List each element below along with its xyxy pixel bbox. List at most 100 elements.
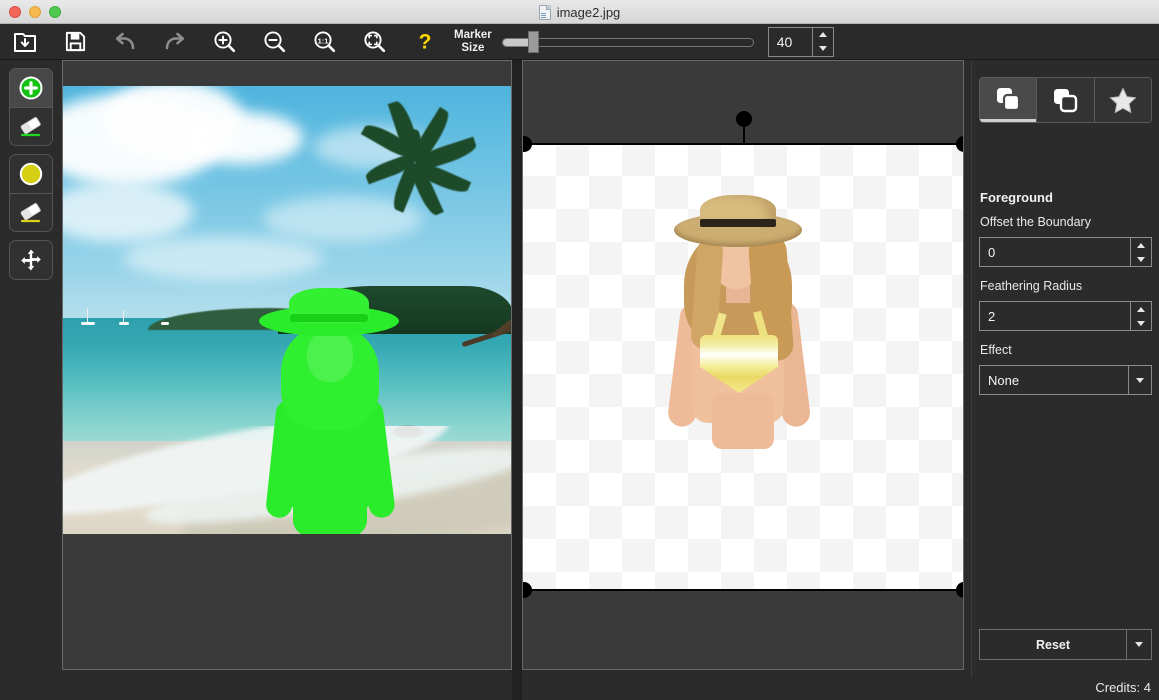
green-eraser-icon: [17, 114, 45, 140]
background-tool-group: [9, 154, 53, 232]
caret-up-icon: [1137, 243, 1145, 248]
redo-button[interactable]: [150, 24, 200, 60]
feathering-radius-field[interactable]: 2: [979, 301, 1152, 331]
feathering-radius-increment-button[interactable]: [1131, 302, 1151, 316]
boat: [161, 322, 169, 325]
midriff: [712, 393, 774, 449]
app-window: image2.jpg: [0, 0, 1159, 700]
svg-text:1:1: 1:1: [318, 36, 329, 45]
layers-outline-icon: [1050, 86, 1080, 114]
boat: [81, 322, 95, 325]
background-eraser-tool[interactable]: [10, 193, 52, 231]
marker-size-slider[interactable]: [502, 35, 754, 49]
offset-boundary-decrement-button[interactable]: [1131, 252, 1151, 266]
window-title: image2.jpg: [557, 5, 621, 20]
crop-handle-bottom-right[interactable]: [956, 582, 964, 598]
layers-filled-icon: [993, 85, 1023, 113]
crop-handle-bottom-left[interactable]: [522, 582, 532, 598]
document-icon: [539, 5, 551, 20]
caret-down-icon: [819, 46, 827, 51]
feathering-radius-input[interactable]: 2: [979, 301, 1130, 331]
help-button[interactable]: ?: [400, 24, 450, 60]
marker-size-label: Marker Size: [454, 29, 492, 55]
source-image-pane[interactable]: [62, 60, 512, 670]
slider-track: [502, 38, 754, 47]
zoom-out-button[interactable]: [250, 24, 300, 60]
svg-text:?: ?: [419, 30, 432, 53]
reset-button[interactable]: Reset: [979, 629, 1126, 660]
cloud: [183, 112, 303, 164]
window-title-group: image2.jpg: [0, 0, 1159, 24]
yellow-eraser-icon: [17, 200, 45, 226]
cutout-subject: [666, 195, 826, 449]
properties-panel: Foreground Offset the Boundary 0 Feather…: [971, 60, 1159, 678]
open-file-button[interactable]: [0, 24, 50, 60]
foreground-marker-tool[interactable]: [10, 69, 52, 107]
background-marker-tool[interactable]: [10, 155, 52, 193]
effect-label: Effect: [980, 343, 1012, 357]
mask-face: [307, 330, 353, 382]
tab-background[interactable]: [1036, 78, 1093, 122]
effect-value[interactable]: None: [979, 365, 1128, 395]
tool-rail: [0, 60, 62, 700]
move-arrows-icon: [18, 247, 44, 273]
undo-button[interactable]: [100, 24, 150, 60]
mask-hips: [293, 496, 367, 534]
foreground-eraser-tool[interactable]: [10, 107, 52, 145]
offset-boundary-label: Offset the Boundary: [980, 215, 1091, 229]
minimize-window-button[interactable]: [29, 6, 41, 18]
fit-window-button[interactable]: [350, 24, 400, 60]
offset-boundary-input[interactable]: 0: [979, 237, 1130, 267]
palm-frond: [410, 129, 422, 159]
offset-boundary-increment-button[interactable]: [1131, 238, 1151, 252]
green-plus-circle-icon: [18, 75, 44, 101]
marker-size-stepper[interactable]: 40: [768, 27, 834, 57]
pan-move-tool[interactable]: [10, 241, 52, 279]
caret-down-icon: [1135, 642, 1143, 647]
boat-mast: [87, 308, 88, 323]
mask-hat-band: [290, 314, 368, 322]
reset-dropdown-button[interactable]: [1126, 629, 1152, 660]
save-button[interactable]: [50, 24, 100, 60]
caret-up-icon: [819, 32, 827, 37]
close-window-button[interactable]: [9, 6, 21, 18]
rotate-handle[interactable]: [736, 111, 752, 127]
tab-foreground[interactable]: [980, 78, 1036, 122]
hat-band: [700, 219, 776, 227]
navigation-tool-group: [9, 240, 53, 280]
slider-knob[interactable]: [528, 31, 539, 53]
caret-down-icon: [1136, 378, 1144, 383]
reset-control-group: Reset: [979, 629, 1152, 660]
panel-tab-bar: [979, 77, 1152, 123]
credits-status: Credits: 4: [1095, 680, 1151, 695]
feathering-radius-label: Feathering Radius: [980, 279, 1082, 293]
tab-effects[interactable]: [1094, 78, 1151, 122]
slider-fill: [503, 39, 530, 46]
marker-size-value[interactable]: 40: [768, 27, 812, 57]
caret-down-icon: [1137, 321, 1145, 326]
maximize-window-button[interactable]: [49, 6, 61, 18]
marker-size-increment-button[interactable]: [813, 28, 833, 42]
feathering-radius-decrement-button[interactable]: [1131, 316, 1151, 330]
panel-section-title: Foreground: [980, 190, 1053, 205]
crop-line-bottom: [523, 589, 964, 591]
zoom-in-button[interactable]: [200, 24, 250, 60]
source-photo: [63, 86, 511, 534]
cutout-preview-pane[interactable]: [522, 60, 964, 670]
marker-size-spin-buttons: [812, 27, 834, 57]
boat: [119, 322, 129, 325]
main-toolbar: 1:1 ? Marker Size 40: [0, 24, 1159, 60]
yellow-circle-icon: [18, 161, 44, 187]
offset-boundary-spin-buttons: [1130, 237, 1152, 267]
boat-mast: [123, 310, 124, 323]
window-controls: [0, 6, 61, 18]
effect-dropdown-button[interactable]: [1128, 365, 1152, 395]
offset-boundary-field[interactable]: 0: [979, 237, 1152, 267]
title-bar: image2.jpg: [0, 0, 1159, 24]
work-area: [62, 60, 971, 700]
effect-field[interactable]: None: [979, 365, 1152, 395]
foreground-tool-group: [9, 68, 53, 146]
pane-splitter[interactable]: [512, 60, 522, 700]
actual-size-button[interactable]: 1:1: [300, 24, 350, 60]
marker-size-decrement-button[interactable]: [813, 42, 833, 56]
